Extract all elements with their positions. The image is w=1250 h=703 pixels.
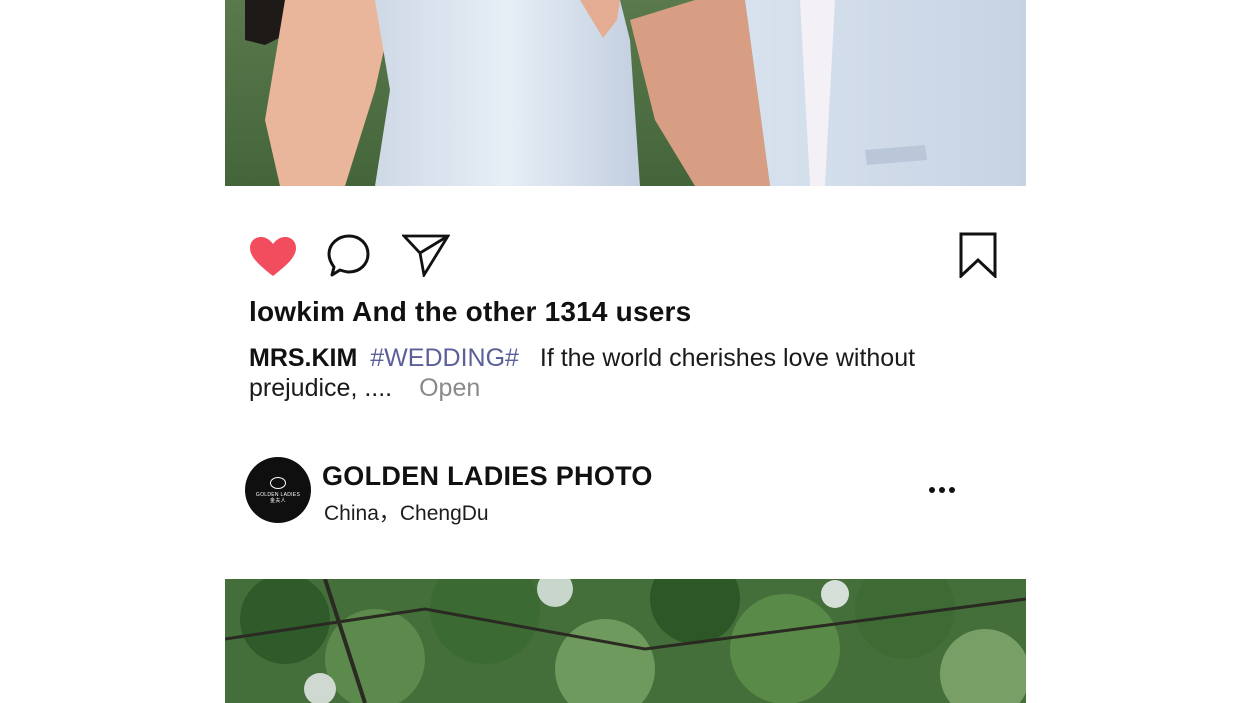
send-icon[interactable] [402, 233, 450, 277]
comment-icon[interactable] [327, 234, 371, 278]
avatar-logo-subtext: 金夫人 [270, 497, 286, 504]
more-dot [949, 487, 955, 493]
more-icon[interactable] [929, 487, 955, 493]
post-photo[interactable] [225, 0, 1026, 186]
caption-hashtag[interactable]: #WEDDING# [370, 344, 519, 372]
caption-username[interactable]: MRS.KIM [249, 344, 357, 372]
foliage-photo-image [225, 579, 1026, 703]
logo-mark-icon [270, 476, 286, 489]
heart-icon[interactable] [249, 236, 297, 278]
caption-open-link[interactable]: Open [419, 374, 480, 402]
wedding-photo-image [225, 0, 1026, 186]
more-dot [939, 487, 945, 493]
account-name[interactable]: GOLDEN LADIES PHOTO [322, 461, 653, 492]
likes-summary[interactable]: lowkim And the other 1314 users [249, 296, 691, 328]
next-post-header: GOLDEN LADIES 金夫人 GOLDEN LADIES PHOTO Ch… [245, 457, 965, 525]
more-dot [929, 487, 935, 493]
account-location[interactable]: China，ChengDu [324, 497, 489, 527]
post-caption: MRS.KIM #WEDDING# If the world cherishes… [249, 343, 929, 403]
next-post-photo[interactable] [225, 579, 1026, 703]
bookmark-icon[interactable] [959, 232, 997, 278]
post-actions [249, 232, 997, 278]
avatar[interactable]: GOLDEN LADIES 金夫人 [245, 457, 311, 523]
